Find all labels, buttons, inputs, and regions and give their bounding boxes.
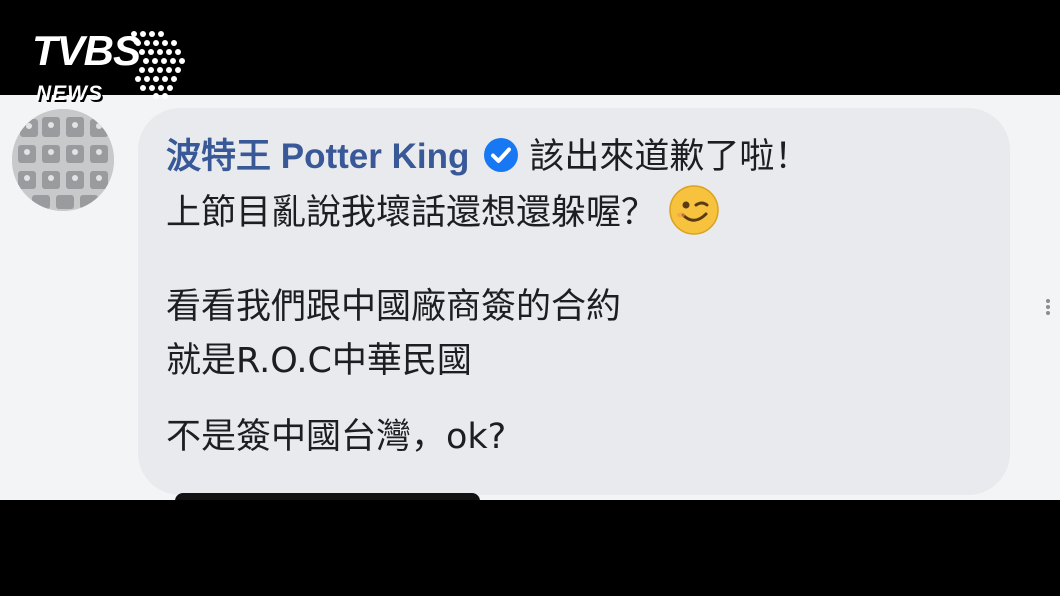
comment-line: 看看我們跟中國廠商簽的合約 [166, 287, 622, 327]
comment-area: 波特王 Potter King 該出來道歉了啦！ 上節目亂說我壞話還想還躲喔？ 看… [0, 95, 1060, 500]
bottom-letterbox-bar [0, 500, 1060, 596]
more-options-icon[interactable] [1043, 295, 1053, 319]
comment-line: 該出來道歉了啦！ [529, 137, 810, 177]
comment-line-row: 上節目亂說我壞話還想還躲喔？ [166, 184, 986, 238]
next-comment-edge [175, 493, 480, 500]
avatar-image-icon [12, 109, 114, 211]
comment-line-row: 就是R.O.C中華民國 [166, 334, 986, 388]
winking-face-emoji-icon [669, 185, 719, 235]
logo-main-text: TVBS [32, 27, 141, 74]
comment-body: 波特王 Potter King 該出來道歉了啦！ 上節目亂說我壞話還想還躲喔？ 看… [166, 130, 986, 464]
verified-badge-icon [484, 138, 519, 172]
logo-sub-text: NEWS [36, 82, 103, 105]
comment-line: 就是R.O.C中華民國 [166, 341, 472, 381]
comment-line-row: 不是簽中國台灣，ok? [166, 410, 986, 464]
comment-line: 上節目亂說我壞話還想還躲喔？ [166, 193, 657, 233]
avatar[interactable] [12, 109, 114, 211]
tvbs-news-logo: TVBS NEWS [32, 26, 192, 110]
comment-line-row: 看看我們跟中國廠商簽的合約 [166, 280, 986, 334]
comment-bubble: 波特王 Potter King 該出來道歉了啦！ 上節目亂說我壞話還想還躲喔？ 看… [138, 108, 1010, 495]
logo-dots-icon [131, 31, 185, 99]
comment-first-line: 波特王 Potter King 該出來道歉了啦！ [166, 130, 986, 184]
comment-line: 不是簽中國台灣，ok? [166, 417, 507, 457]
comment-author-link[interactable]: 波特王 Potter King [166, 137, 469, 176]
